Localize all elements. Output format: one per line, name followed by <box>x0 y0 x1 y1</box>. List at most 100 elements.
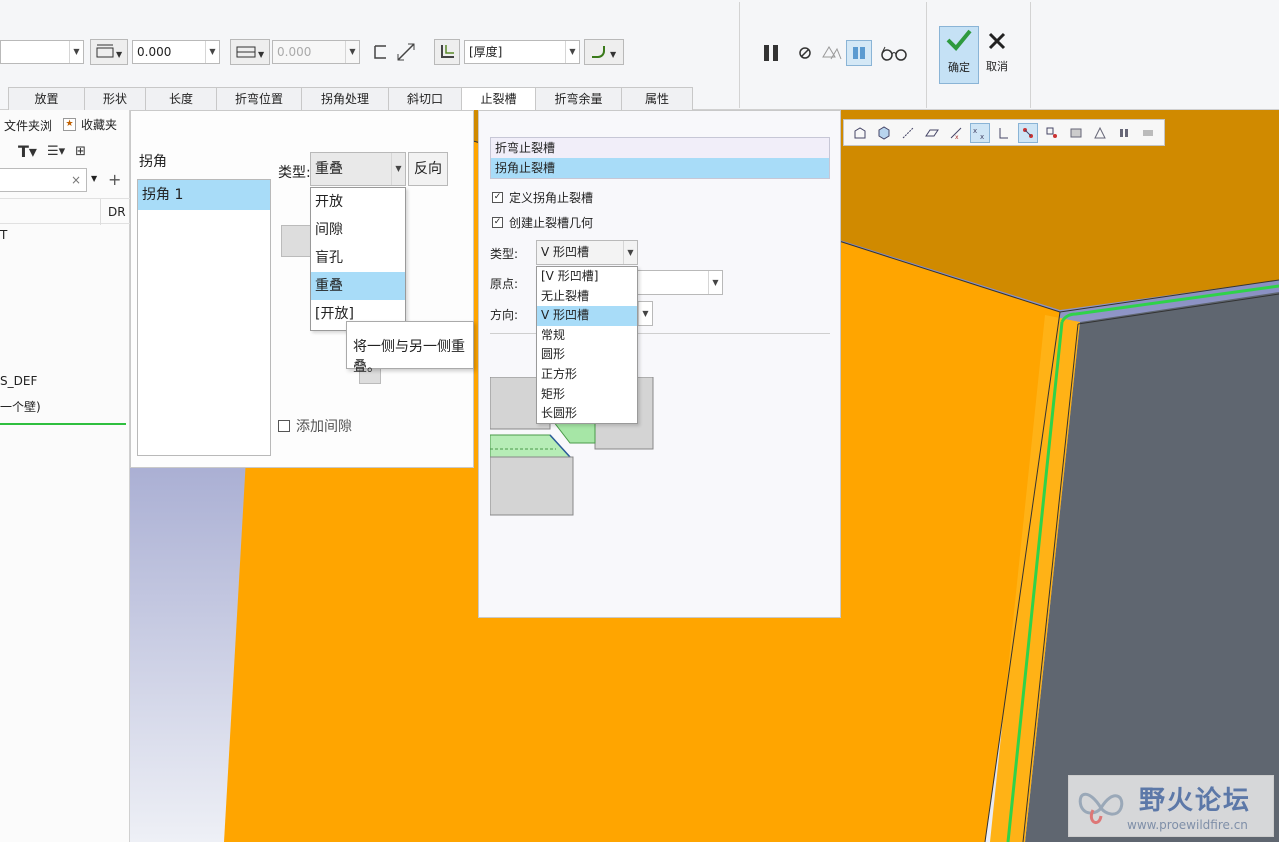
chevron-down-icon: ▼ <box>638 302 652 325</box>
relief-type-option[interactable]: 常规 <box>537 326 637 346</box>
relief-type-option[interactable]: 矩形 <box>537 385 637 405</box>
relief-type-label: 类型: <box>490 247 519 261</box>
tree-tab-folder[interactable]: 文件夹浏 <box>4 117 52 134</box>
corner-type-select[interactable]: 重叠 ▼ <box>310 152 406 186</box>
verify-icon[interactable] <box>846 40 872 66</box>
tab-4[interactable]: 折弯位置 <box>216 87 302 110</box>
feature-preview-icon[interactable] <box>820 40 844 66</box>
bend-radius-icon[interactable]: ▼ <box>584 39 624 65</box>
svg-text:▼: ▼ <box>116 50 123 59</box>
filter-icon[interactable]: ⊞ <box>75 144 86 159</box>
datum-display-icon[interactable] <box>850 123 870 143</box>
shading-icon[interactable] <box>1090 123 1110 143</box>
annotation-display-icon[interactable] <box>994 123 1014 143</box>
define-corner-relief-checkbox[interactable]: ✓ 定义拐角止裂槽 <box>492 189 593 206</box>
create-relief-geometry-checkbox[interactable]: ✓ 创建止裂槽几何 <box>492 214 593 231</box>
star-icon: ★ <box>63 118 76 131</box>
tab-5[interactable]: 拐角处理 <box>301 87 389 110</box>
offset-value: 0.000 <box>277 45 312 59</box>
list-view-icon[interactable]: ☰▾ <box>47 144 65 159</box>
butterfly-logo <box>1078 792 1124 824</box>
tab-8[interactable]: 折弯余量 <box>535 87 622 110</box>
tree-tab-favorites[interactable]: ★ 收藏夹 <box>63 116 117 133</box>
section-display-icon[interactable] <box>1042 123 1062 143</box>
ok-button[interactable]: 确定 <box>939 26 979 84</box>
corner-type-option[interactable]: 间隙 <box>311 216 405 244</box>
corner-type-dropdown[interactable]: 开放 间隙 盲孔 重叠 [开放] <box>310 187 406 331</box>
corner-item[interactable]: 拐角 1 <box>138 180 270 210</box>
view-toolbar: x xx <box>843 119 1165 146</box>
add-icon[interactable]: + <box>108 170 121 189</box>
tab-1[interactable]: 放置 <box>8 87 85 110</box>
corners-list[interactable]: 拐角 1 <box>137 179 271 456</box>
bend-profile-icon[interactable] <box>370 39 392 65</box>
glasses-icon[interactable] <box>878 40 910 66</box>
no-preview-icon[interactable] <box>794 40 816 66</box>
chevron-down-icon: ▼ <box>391 153 405 185</box>
tree-search-input[interactable]: × <box>0 168 87 192</box>
spin-center-icon[interactable] <box>1018 122 1038 143</box>
flip-direction-icon[interactable] <box>394 39 418 65</box>
add-gap-checkbox[interactable]: 添加间隙 <box>278 416 352 436</box>
length-dimension-icon[interactable]: ▼ <box>90 39 128 65</box>
tab-3[interactable]: 长度 <box>145 87 217 110</box>
type-label: 类型: <box>278 165 311 181</box>
offset-value-input[interactable]: 0.000 ▼ <box>272 40 360 64</box>
ribbon-separator <box>1030 2 1031 108</box>
tree-active-marker <box>0 423 126 425</box>
tree-tab-folder-label: 文件夹浏 <box>4 119 53 133</box>
svg-text:x: x <box>973 127 977 135</box>
tree-column-header: DR <box>108 205 126 219</box>
display-style-icon[interactable] <box>1138 123 1158 143</box>
point-display-icon[interactable]: x <box>946 123 966 143</box>
tree-item[interactable]: S_DEF <box>0 374 37 388</box>
relief-kind-list[interactable]: 折弯止裂槽 拐角止裂槽 <box>490 137 830 179</box>
create-relief-geometry-label: 创建止裂槽几何 <box>509 216 594 230</box>
relief-type-option[interactable]: [V 形凹槽] <box>537 267 637 287</box>
cancel-label: 取消 <box>986 60 1008 73</box>
length-value-input[interactable]: 0.000 ▼ <box>132 40 220 64</box>
relief-type-option[interactable]: V 形凹槽 <box>537 306 637 326</box>
tab-bar: 放置 形状 长度 折弯位置 拐角处理 斜切口 止裂槽 折弯余量 属性 <box>8 87 693 110</box>
offset-dimension-icon[interactable]: ▼ <box>230 39 270 65</box>
relief-kind-item[interactable]: 折弯止裂槽 <box>491 138 829 158</box>
relief-type-select[interactable]: V 形凹槽 ▼ <box>536 240 638 265</box>
ribbon: ▼ ▼ 0.000 ▼ ▼ 0.000 ▼ [厚度] ▼ ▼ 确定 取消 放置 … <box>0 0 1279 110</box>
corner-type-option[interactable]: 盲孔 <box>311 244 405 272</box>
search-dropdown-icon[interactable]: ▼ <box>91 174 97 183</box>
relief-type-value: V 形凹槽 <box>541 245 590 259</box>
pause-view-icon[interactable] <box>1114 123 1134 143</box>
flip-button[interactable]: 反向 <box>408 152 448 186</box>
cancel-button[interactable]: 取消 <box>982 30 1012 84</box>
reference-combo[interactable]: ▼ <box>0 40 84 64</box>
svg-text:x: x <box>980 133 984 140</box>
cube-view-icon[interactable] <box>874 123 894 143</box>
relief-type-option[interactable]: 圆形 <box>537 345 637 365</box>
tab-7[interactable]: 止裂槽 <box>461 87 536 110</box>
corner-type-option[interactable]: 重叠 <box>311 272 405 300</box>
tooltip-text: 将一侧与另一侧重叠。 <box>353 339 465 375</box>
chevron-down-icon: ▼ <box>708 271 722 294</box>
thickness-combo[interactable]: [厚度] ▼ <box>464 40 580 64</box>
tab-6[interactable]: 斜切口 <box>388 87 462 110</box>
relief-type-option[interactable]: 无止裂槽 <box>537 287 637 307</box>
saved-views-icon[interactable] <box>1066 123 1086 143</box>
corner-type-option[interactable]: 开放 <box>311 188 405 216</box>
plane-display-icon[interactable] <box>922 123 942 143</box>
tree-item[interactable]: T <box>0 228 7 242</box>
clear-icon[interactable]: × <box>71 173 81 187</box>
tree-item[interactable]: 一个壁) <box>0 398 41 415</box>
corners-label: 拐角 <box>139 154 167 170</box>
tab-9[interactable]: 属性 <box>621 87 693 110</box>
tab-2[interactable]: 形状 <box>84 87 146 110</box>
settings-tool-icon[interactable]: T▾ <box>18 142 37 161</box>
relief-type-dropdown[interactable]: [V 形凹槽] 无止裂槽 V 形凹槽 常规 圆形 正方形 矩形 长圆形 <box>536 266 638 424</box>
thickness-side-icon[interactable] <box>434 39 460 65</box>
relief-type-option[interactable]: 长圆形 <box>537 404 637 424</box>
csys-display-icon[interactable]: xx <box>970 122 990 143</box>
axis-display-icon[interactable] <box>898 123 918 143</box>
relief-kind-item[interactable]: 拐角止裂槽 <box>491 158 829 178</box>
pause-icon[interactable] <box>758 40 784 66</box>
relief-type-option[interactable]: 正方形 <box>537 365 637 385</box>
chevron-down-icon: ▼ <box>69 41 83 63</box>
